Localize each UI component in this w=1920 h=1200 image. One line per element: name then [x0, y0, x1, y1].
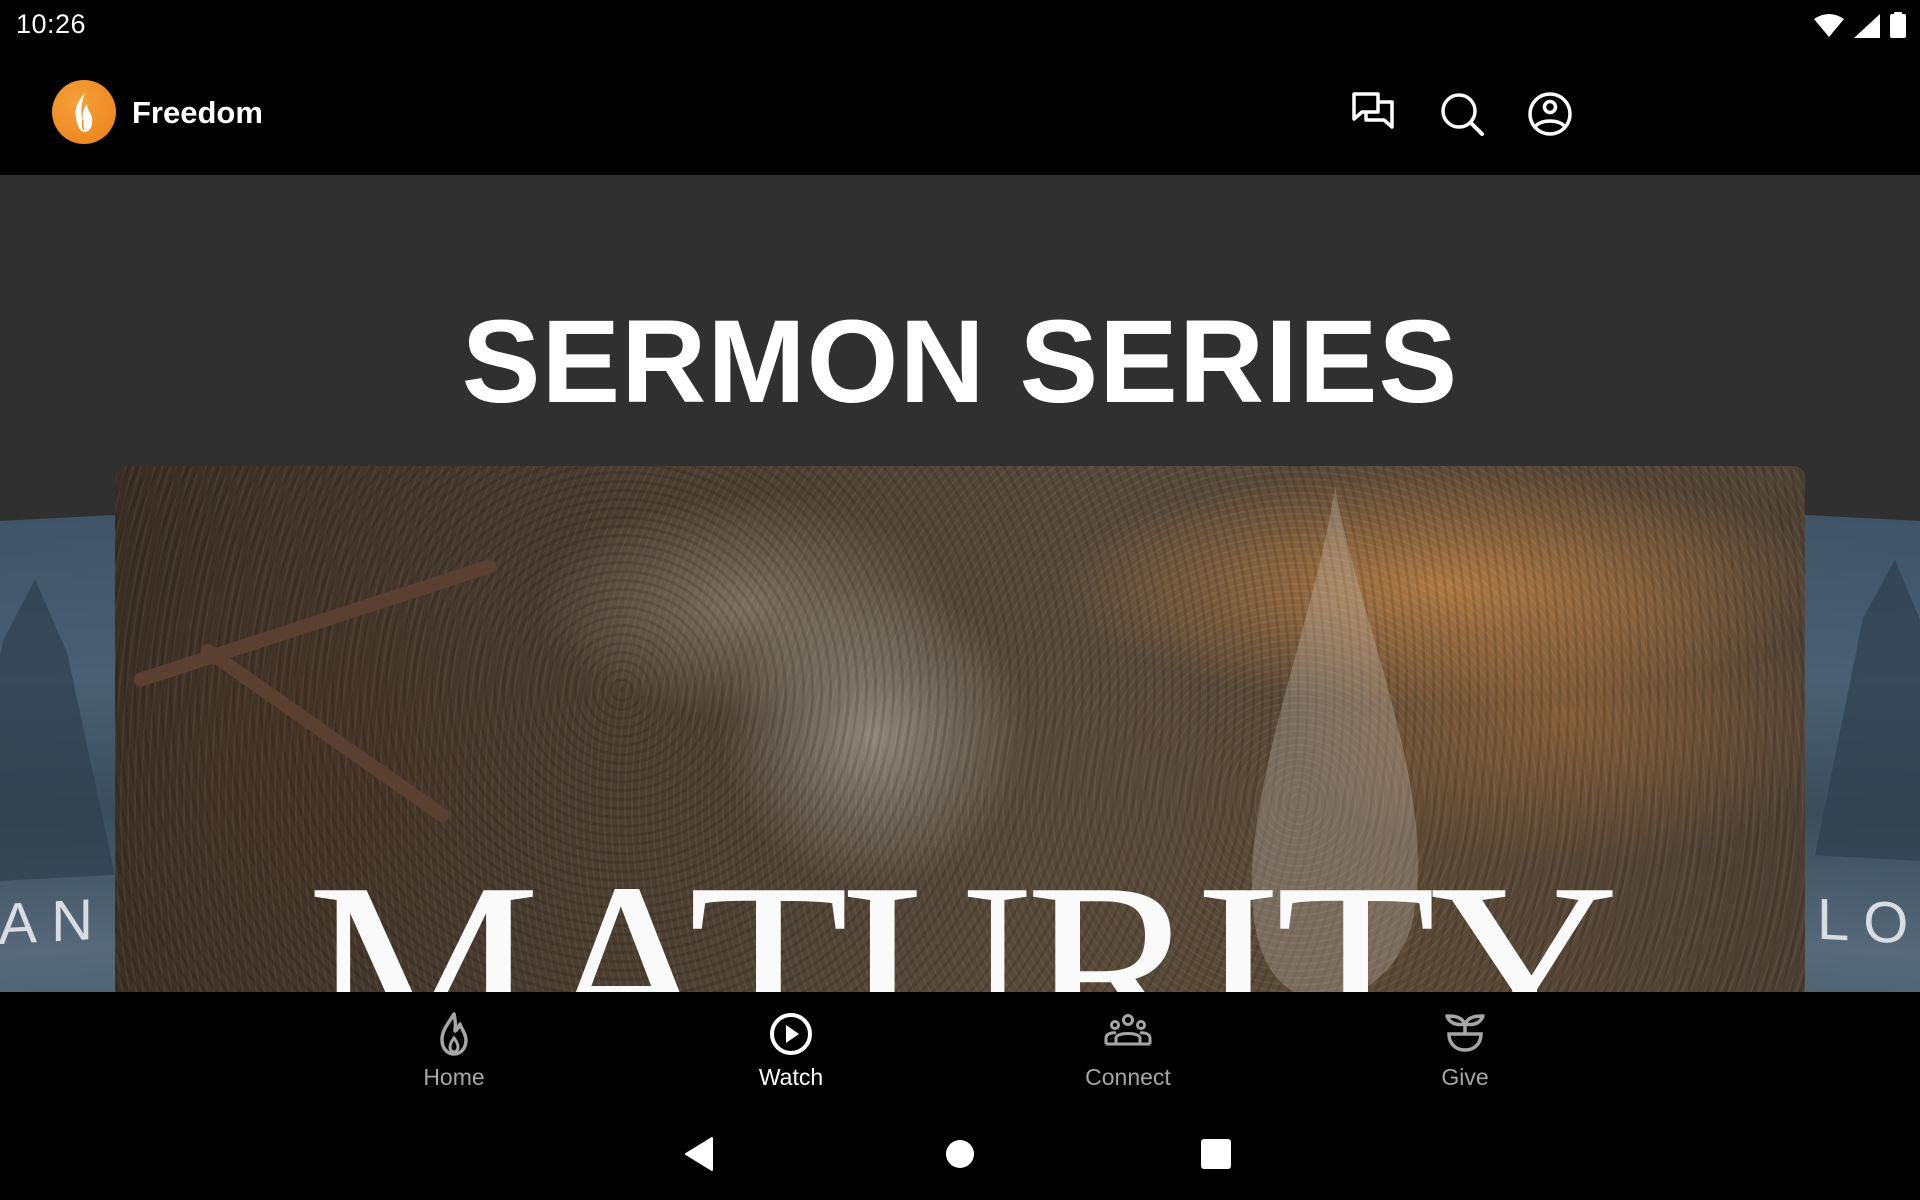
system-home-button[interactable]	[940, 1134, 980, 1174]
search-icon	[1441, 93, 1484, 136]
recents-square-icon	[1201, 1139, 1231, 1169]
app-bar: Freedom	[0, 52, 1920, 175]
group-icon	[1104, 1014, 1152, 1046]
nav-label-home: Home	[423, 1064, 485, 1090]
nav-label-connect: Connect	[1085, 1064, 1171, 1090]
series-title: MATURITY	[307, 832, 1619, 993]
content-area: SERMON SERIES AN LO MATURITY	[0, 175, 1920, 992]
previous-series-card[interactable]: AN	[0, 515, 115, 992]
flame-logo-icon	[75, 92, 93, 132]
cellular-signal-icon	[1854, 14, 1880, 38]
nav-item-watch[interactable]: Watch	[691, 992, 891, 1110]
chat-bubbles-icon	[1352, 92, 1394, 129]
status-icons	[1814, 12, 1906, 38]
wifi-icon	[1814, 14, 1844, 37]
system-recents-button[interactable]	[1196, 1134, 1236, 1174]
app-title: Freedom	[132, 95, 263, 130]
flame-icon	[440, 1012, 468, 1056]
card-image-mountain	[1815, 556, 1920, 864]
bottom-nav: Home Watch Connect Give	[0, 992, 1920, 1110]
nav-item-connect[interactable]: Connect	[1028, 992, 1228, 1110]
home-circle-icon	[946, 1140, 974, 1168]
system-back-button[interactable]	[682, 1134, 722, 1174]
messages-button[interactable]	[1350, 90, 1398, 138]
status-time: 10:26	[16, 9, 87, 39]
status-bar: 10:26	[0, 0, 1920, 52]
back-triangle-icon	[685, 1137, 713, 1171]
next-series-card[interactable]: LO	[1805, 515, 1920, 992]
previous-series-text: AN	[0, 886, 107, 958]
battery-icon	[1890, 12, 1906, 38]
app-logo[interactable]	[52, 80, 116, 144]
plant-bowl-icon	[1445, 1014, 1485, 1052]
current-series-card[interactable]: MATURITY	[115, 466, 1805, 992]
card-image-mountain	[0, 575, 115, 883]
play-circle-icon	[770, 1013, 812, 1055]
system-nav-bar	[0, 1110, 1920, 1200]
search-button[interactable]	[1438, 90, 1486, 138]
nav-item-home[interactable]: Home	[354, 992, 554, 1110]
nav-item-give[interactable]: Give	[1365, 992, 1565, 1110]
account-circle-icon	[1528, 92, 1572, 136]
section-title: SERMON SERIES	[461, 296, 1459, 428]
next-series-text: LO	[1817, 886, 1920, 958]
nav-label-give: Give	[1441, 1064, 1489, 1090]
nav-label-watch: Watch	[758, 1064, 824, 1090]
account-button[interactable]	[1526, 90, 1574, 138]
